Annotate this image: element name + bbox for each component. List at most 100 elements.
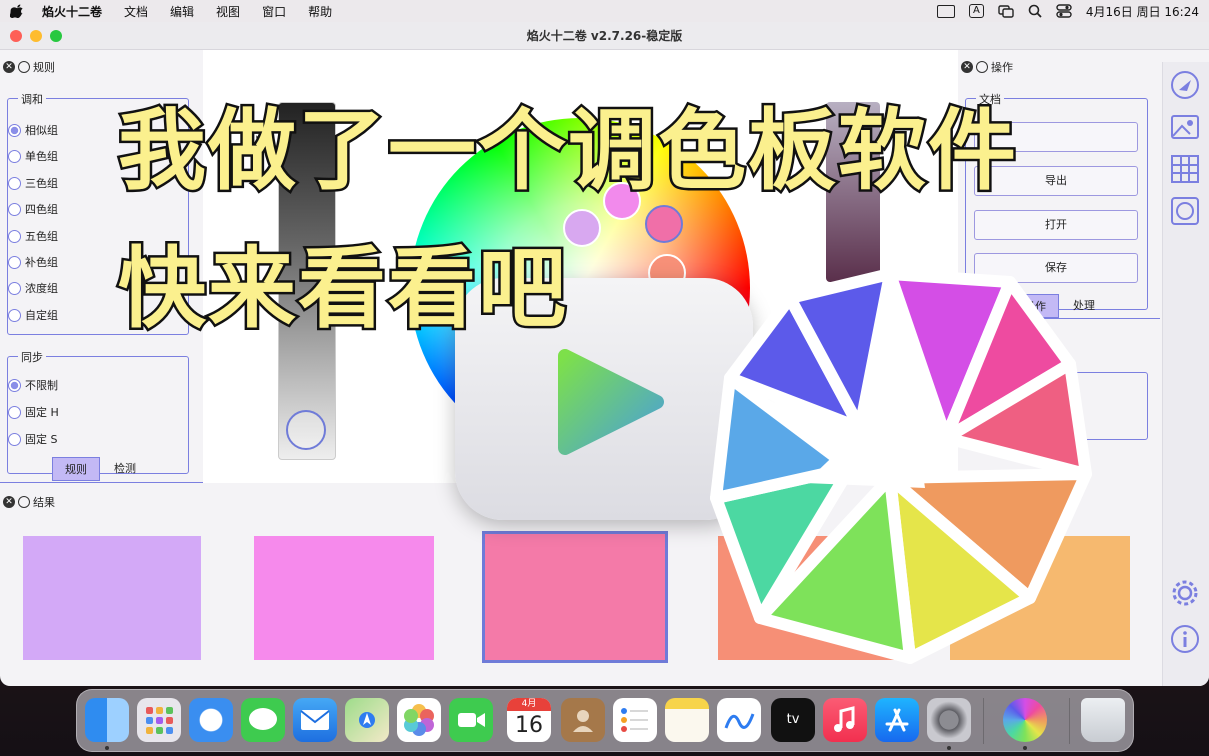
shapes-icon[interactable] [1170, 196, 1200, 226]
input-source-icon[interactable]: A [969, 4, 984, 18]
detach-panel-icon[interactable] [18, 496, 30, 508]
reminders-icon[interactable] [613, 698, 657, 742]
calendar-icon[interactable]: 4月 16 [507, 698, 551, 742]
results-panel-title: 结果 [33, 496, 55, 509]
finder-icon[interactable] [85, 698, 129, 742]
notes-icon[interactable] [665, 698, 709, 742]
close-window-button[interactable] [10, 30, 22, 42]
radio-button[interactable] [8, 229, 21, 243]
harmony-group-title: 调和 [18, 91, 46, 107]
menu-edit[interactable]: 编辑 [170, 3, 194, 20]
gear-icon[interactable] [1170, 578, 1200, 608]
minimize-window-button[interactable] [30, 30, 42, 42]
radio-button[interactable] [8, 255, 21, 269]
radio-tetrad[interactable]: 四色组 [8, 201, 58, 217]
tab-rules[interactable]: 规则 [52, 457, 100, 481]
app-menu[interactable]: 焰火十二卷 [42, 3, 102, 20]
overlay-title-line1: 我做了一个调色板软件 [115, 97, 1019, 205]
spotlight-search-icon[interactable] [1028, 4, 1042, 18]
clock[interactable]: 4月16日 周日 16:24 [1086, 3, 1199, 20]
window-titlebar[interactable]: 焰火十二卷 v2.7.26-稳定版 [0, 22, 1209, 50]
radio-button[interactable] [8, 432, 21, 446]
detach-panel-icon[interactable] [976, 61, 988, 73]
overlay-title-line2: 快来看看吧 [115, 235, 569, 343]
radio-button[interactable] [8, 281, 21, 295]
launchpad-icon[interactable] [137, 698, 181, 742]
radio-label: 五色组 [25, 230, 58, 243]
brightness-slider-handle[interactable] [286, 410, 326, 450]
facetime-icon[interactable] [449, 698, 493, 742]
radio-button[interactable] [8, 378, 21, 392]
image-icon[interactable] [1170, 112, 1200, 142]
wheel-handle-3[interactable] [645, 205, 683, 243]
apple-menu-icon[interactable] [10, 4, 24, 18]
menu-view[interactable]: 视图 [216, 3, 240, 20]
radio-label: 相似组 [25, 124, 58, 137]
radio-custom[interactable]: 自定组 [8, 307, 58, 323]
app-store-icon[interactable] [875, 698, 919, 742]
close-panel-icon[interactable]: ✕ [961, 61, 973, 73]
rules-panel-header: ✕ 规则 [3, 59, 55, 75]
info-icon[interactable] [1170, 624, 1200, 654]
tab-check[interactable]: 检测 [101, 457, 149, 481]
close-panel-icon[interactable]: ✕ [3, 61, 15, 73]
sync-group-title: 同步 [18, 349, 46, 365]
radio-button[interactable] [8, 176, 21, 190]
radio-button[interactable] [8, 123, 21, 137]
fullscreen-window-button[interactable] [50, 30, 62, 42]
radio-label: 固定 H [25, 406, 59, 419]
grid-icon[interactable] [1170, 154, 1200, 184]
radio-monochrome[interactable]: 单色组 [8, 148, 58, 164]
radio-button[interactable] [8, 202, 21, 216]
radio-pentad[interactable]: 五色组 [8, 228, 58, 244]
close-panel-icon[interactable]: ✕ [3, 496, 15, 508]
results-panel-header: ✕ 结果 [3, 494, 55, 510]
music-icon[interactable] [823, 698, 867, 742]
radio-button[interactable] [8, 308, 21, 322]
menu-window[interactable]: 窗口 [262, 3, 286, 20]
calendar-day: 16 [515, 713, 543, 738]
messages-icon[interactable] [241, 698, 285, 742]
running-indicator [947, 746, 951, 750]
result-swatch-1[interactable] [23, 536, 201, 660]
dock: 4月 16 tv [76, 689, 1134, 752]
rules-panel-title: 规则 [33, 61, 55, 74]
running-indicator [105, 746, 109, 750]
maps-icon[interactable] [345, 698, 389, 742]
result-swatch-3[interactable] [482, 531, 668, 663]
radio-label: 三色组 [25, 177, 58, 190]
mail-icon[interactable] [293, 698, 337, 742]
radio-label: 自定组 [25, 309, 58, 322]
menu-help[interactable]: 帮助 [308, 3, 332, 20]
divider [0, 482, 203, 483]
tv-icon[interactable]: tv [771, 698, 815, 742]
contacts-icon[interactable] [561, 698, 605, 742]
safari-icon[interactable] [189, 698, 233, 742]
system-settings-icon[interactable] [927, 698, 971, 742]
control-center-icon[interactable] [1056, 4, 1072, 18]
radio-button[interactable] [8, 149, 21, 163]
palette-app-icon[interactable] [1003, 698, 1047, 742]
screen-mirroring-icon[interactable] [937, 4, 956, 18]
compass-icon[interactable] [1170, 70, 1200, 100]
menu-document[interactable]: 文档 [124, 3, 148, 20]
radio-fix-s[interactable]: 固定 S [8, 431, 57, 447]
freeform-icon[interactable] [717, 698, 761, 742]
wheel-handle-1[interactable] [563, 209, 601, 247]
window-switch-icon[interactable] [998, 4, 1014, 18]
window-title: 焰火十二卷 v2.7.26-稳定版 [526, 29, 683, 43]
open-button[interactable]: 打开 [974, 210, 1138, 240]
result-swatch-2[interactable] [254, 536, 434, 660]
radio-triad[interactable]: 三色组 [8, 175, 58, 191]
radio-unlimited[interactable]: 不限制 [8, 377, 58, 393]
radio-shade[interactable]: 浓度组 [8, 280, 58, 296]
radio-label: 补色组 [25, 256, 58, 269]
detach-panel-icon[interactable] [18, 61, 30, 73]
radio-complement[interactable]: 补色组 [8, 254, 58, 270]
radio-button[interactable] [8, 405, 21, 419]
photos-icon[interactable] [397, 698, 441, 742]
radio-similar[interactable]: 相似组 [8, 122, 58, 138]
menubar: 焰火十二卷 文档 编辑 视图 窗口 帮助 A 4月16日 周日 16:24 [0, 0, 1209, 22]
trash-icon[interactable] [1081, 698, 1125, 742]
radio-fix-h[interactable]: 固定 H [8, 404, 59, 420]
